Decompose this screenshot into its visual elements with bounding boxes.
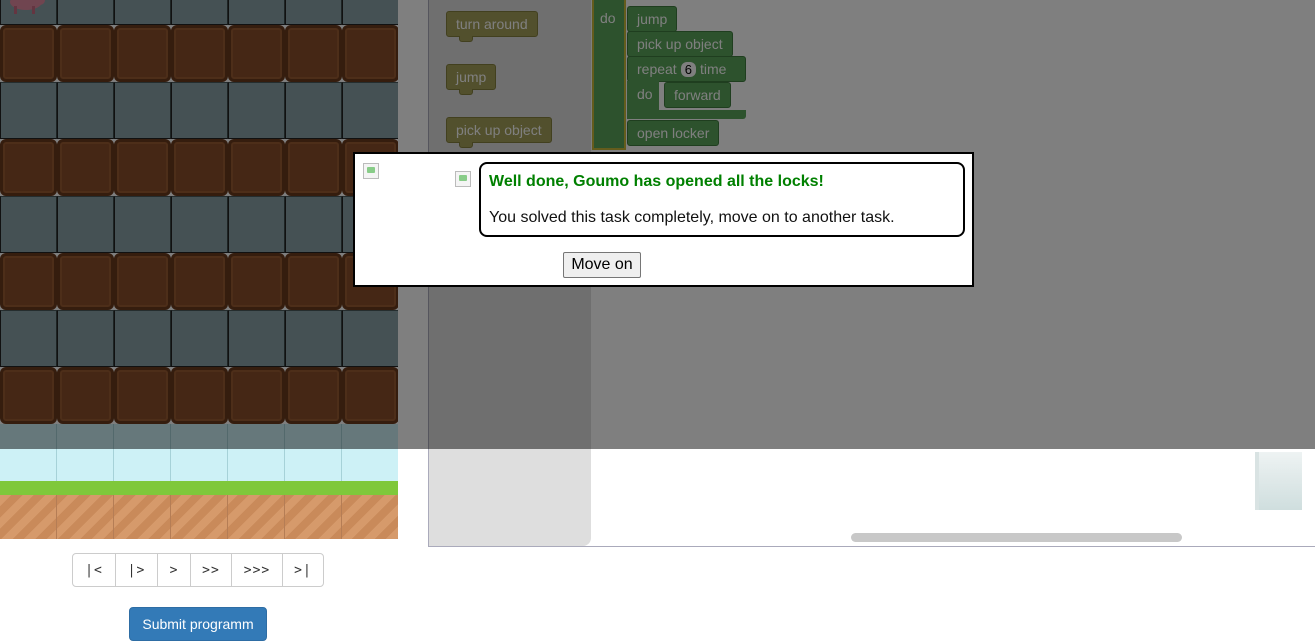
move-on-button[interactable]: Move on: [563, 252, 641, 278]
workspace-horizontal-scrollbar[interactable]: [851, 533, 1182, 542]
broken-image-icon: [455, 171, 471, 187]
success-message: You solved this task completely, move on…: [489, 209, 895, 226]
trash-icon[interactable]: [1255, 452, 1302, 510]
step-play-button[interactable]: |>: [116, 554, 158, 586]
step-controls: |< |> > >> >>> >|: [72, 553, 324, 587]
step-last-button[interactable]: >|: [283, 554, 323, 586]
step-first-button[interactable]: |<: [73, 554, 116, 586]
broken-image-icon: [363, 163, 379, 179]
step-fast-button[interactable]: >>: [191, 554, 232, 586]
grid-row-dirt: [0, 495, 398, 539]
step-faster-button[interactable]: >>>: [232, 554, 283, 586]
success-title: Well done, Goumo has opened all the lock…: [489, 173, 824, 190]
success-dialog: Well done, Goumo has opened all the lock…: [353, 152, 974, 287]
step-next-button[interactable]: >: [158, 554, 191, 586]
grid-row-grass: [0, 481, 398, 495]
submit-program-button[interactable]: Submit programm: [129, 607, 267, 641]
app-root: |< |> > >> >>> >| Submit programm turn a…: [0, 0, 1315, 641]
message-box: Well done, Goumo has opened all the lock…: [479, 162, 965, 237]
